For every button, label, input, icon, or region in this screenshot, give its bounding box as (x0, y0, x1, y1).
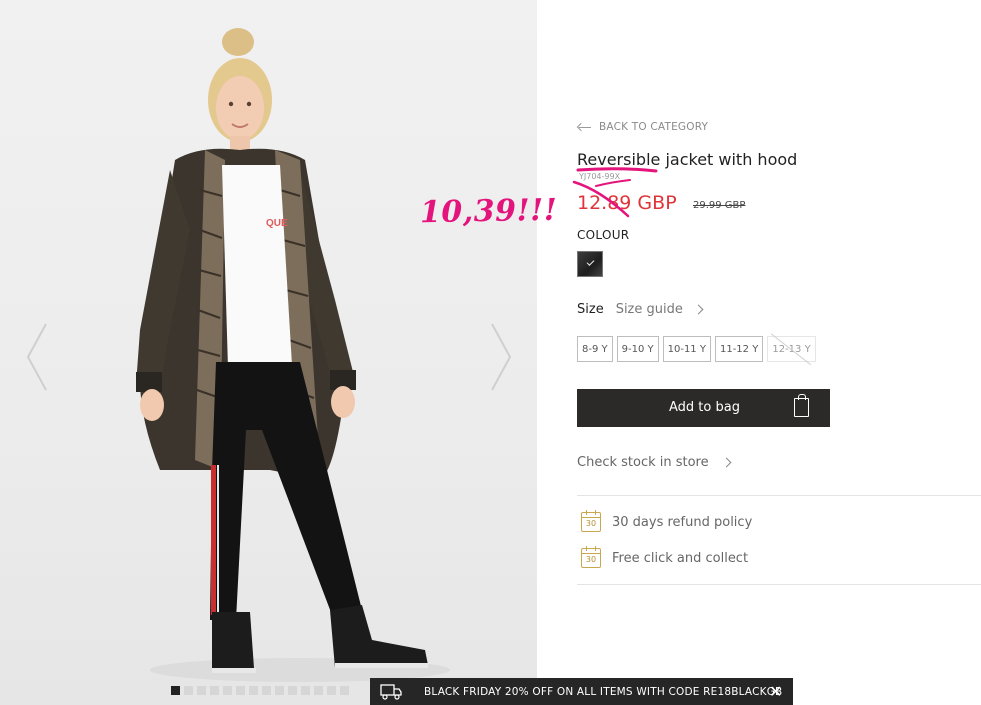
gallery-dot[interactable] (301, 686, 310, 695)
size-option-button[interactable]: 10-11 Y (662, 336, 711, 362)
perk-refund: 30 30 days refund policy (581, 510, 753, 532)
gallery-dot[interactable] (340, 686, 349, 695)
calendar-number: 30 (585, 555, 597, 564)
size-option-button[interactable]: 8-9 Y (577, 336, 613, 362)
product-gallery: QUE (0, 0, 537, 705)
gallery-dot[interactable] (288, 686, 297, 695)
divider (577, 584, 981, 585)
gallery-dot[interactable] (210, 686, 219, 695)
gallery-dot[interactable] (236, 686, 245, 695)
calendar-icon: 30 (581, 510, 601, 532)
divider (577, 495, 981, 496)
product-sku: YJ704-99X (579, 172, 621, 181)
calendar-number: 30 (585, 519, 597, 528)
gallery-dot[interactable] (171, 686, 180, 695)
back-to-category-link[interactable]: BACK TO CATEGORY (577, 121, 708, 133)
chevron-right-icon (693, 304, 704, 315)
gallery-dot[interactable] (262, 686, 271, 695)
gallery-dot[interactable] (197, 686, 206, 695)
close-icon[interactable]: ✕ (769, 682, 782, 701)
gallery-dot[interactable] (275, 686, 284, 695)
size-option-button[interactable]: 11-12 Y (714, 336, 764, 362)
size-options: 8-9 Y 9-10 Y 10-11 Y 11-12 Y 12-13 Y (577, 336, 816, 362)
gallery-dot[interactable] (184, 686, 193, 695)
gallery-dot[interactable] (249, 686, 258, 695)
promo-banner: BLACK FRIDAY 20% OFF ON ALL ITEMS WITH C… (370, 678, 793, 705)
perk-click-collect: 30 Free click and collect (581, 546, 749, 568)
tshirt-print: QUE (266, 218, 288, 229)
product-price: 12.89 GBP (577, 192, 677, 214)
add-to-bag-button[interactable]: Add to bag (577, 389, 830, 427)
size-label: Size (577, 302, 604, 317)
delivery-truck-icon (380, 684, 402, 700)
perk-refund-label: 30 days refund policy (612, 514, 753, 530)
gallery-pagination-dots (171, 686, 349, 695)
back-to-category-label: BACK TO CATEGORY (599, 121, 709, 133)
perk-click-collect-label: Free click and collect (612, 550, 749, 566)
size-option-button: 12-13 Y (767, 336, 816, 362)
calendar-icon: 30 (581, 546, 601, 568)
product-old-price: 29.99 GBP (693, 200, 746, 211)
next-image-arrow-icon[interactable] (488, 322, 514, 392)
colour-swatch-selected[interactable] (577, 251, 603, 277)
gallery-dot[interactable] (223, 686, 232, 695)
underline-stroke (576, 167, 658, 173)
size-option-button[interactable]: 9-10 Y (616, 336, 659, 362)
chevron-right-icon (721, 457, 732, 468)
previous-image-arrow-icon[interactable] (24, 322, 50, 392)
shopping-bag-icon (794, 394, 809, 417)
size-row: Size Size guide (577, 302, 704, 317)
check-stock-label: Check stock in store (577, 455, 709, 470)
gallery-dot[interactable] (327, 686, 336, 695)
promo-text: BLACK FRIDAY 20% OFF ON ALL ITEMS WITH C… (424, 686, 783, 698)
size-guide-link[interactable]: Size guide (616, 302, 683, 317)
product-photo: QUE (136, 28, 450, 682)
product-title: Reversible jacket with hood (577, 150, 798, 169)
handwritten-price-note: 10,39!!! (419, 192, 558, 231)
back-arrow-icon (577, 123, 591, 131)
add-to-bag-label: Add to bag (669, 400, 740, 415)
check-stock-link[interactable]: Check stock in store (577, 455, 732, 470)
colour-label: COLOUR (577, 228, 630, 242)
gallery-dot[interactable] (314, 686, 323, 695)
